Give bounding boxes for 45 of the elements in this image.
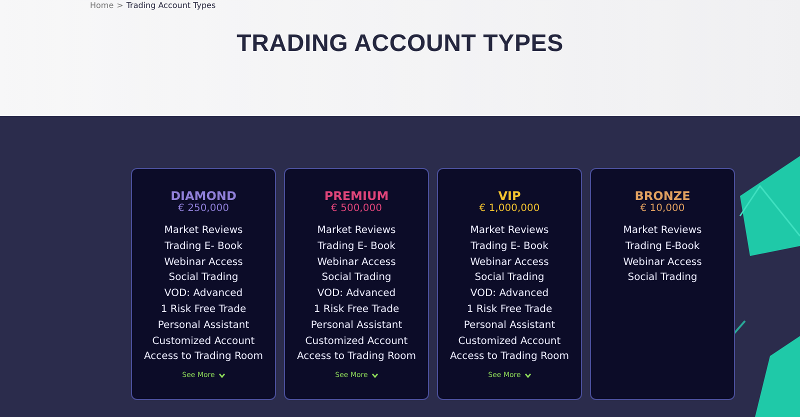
- feature-item: Market Reviews: [317, 224, 396, 238]
- feature-item: Personal Assistant: [464, 318, 556, 333]
- feature-item: Trading E- Book: [164, 240, 242, 254]
- feature-item: Access to Trading Room: [297, 350, 416, 364]
- feature-item: Access to Trading Room: [144, 350, 263, 364]
- feature-item: Market Reviews: [623, 224, 702, 238]
- plan-price: € 10,000: [640, 203, 685, 215]
- feature-item: Customized Account: [458, 334, 561, 349]
- feature-item: Customized Account: [152, 334, 255, 349]
- feature-item: 1 Risk Free Trade: [314, 302, 400, 317]
- feature-item: Trading E- Book: [318, 240, 396, 254]
- feature-item: Social Trading: [168, 271, 238, 286]
- feature-item: VOD: Advanced: [164, 287, 243, 302]
- feature-item: VOD: Advanced: [470, 287, 549, 302]
- feature-item: Webinar Access: [470, 256, 549, 270]
- breadcrumb-link[interactable]: Home: [90, 1, 114, 10]
- feature-item: Market Reviews: [470, 224, 549, 238]
- feature-item: Access to Trading Room: [450, 350, 569, 364]
- plan-name: PREMIUM: [324, 189, 389, 203]
- feature-item: Customized Account: [305, 334, 408, 349]
- feature-item: Social Trading: [474, 271, 544, 286]
- feature-item: Trading E- Book: [470, 240, 548, 254]
- feature-item: Webinar Access: [623, 256, 702, 270]
- plan-price: € 1,000,000: [479, 203, 540, 215]
- chevron-down-icon: [218, 372, 225, 378]
- feature-item: 1 Risk Free Trade: [160, 302, 246, 317]
- plan-name: DIAMOND: [170, 189, 236, 203]
- feature-item: Market Reviews: [164, 224, 243, 238]
- feature-item: Personal Assistant: [310, 318, 402, 333]
- breadcrumb-separator: >: [116, 1, 124, 10]
- feature-item: Webinar Access: [164, 256, 243, 270]
- feature-item: Trading E-Book: [625, 240, 700, 254]
- feature-item: 1 Risk Free Trade: [466, 302, 552, 317]
- feature-item: Personal Assistant: [158, 318, 250, 333]
- feature-item: Webinar Access: [317, 256, 396, 270]
- chevron-down-icon: [524, 372, 531, 378]
- plan-price: € 500,000: [331, 203, 382, 215]
- feature-item: VOD: Advanced: [317, 287, 396, 302]
- chevron-down-icon: [372, 372, 378, 378]
- page-title: TRADING ACCOUNT TYPES: [236, 30, 564, 58]
- feature-item: Social Trading: [322, 271, 392, 286]
- feature-item: Social Trading: [628, 271, 698, 286]
- plan-name: VIP: [498, 189, 521, 203]
- plan-name: BRONZE: [634, 189, 690, 203]
- plan-price: € 250,000: [178, 203, 229, 215]
